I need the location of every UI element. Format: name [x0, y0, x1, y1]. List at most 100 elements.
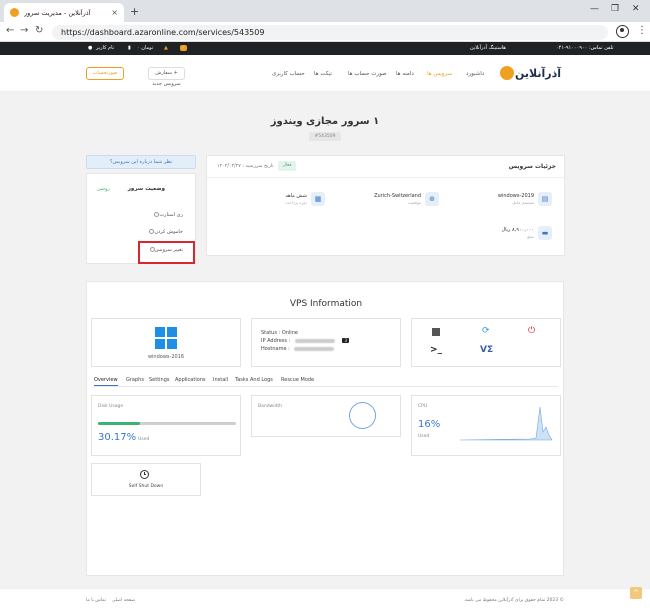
- tab-overview[interactable]: Overview: [94, 377, 118, 386]
- money-icon: ▬: [538, 226, 552, 240]
- controls-box: ⟳ ⏻ >_ VΣ: [411, 318, 561, 367]
- ip-label: IP Address :: [261, 338, 291, 344]
- window-close-icon[interactable]: ✕: [632, 4, 640, 14]
- service-id-badge: #543509: [309, 132, 341, 141]
- status-row: Status : Online: [261, 330, 298, 336]
- nav-dashboard[interactable]: داشبورد: [466, 71, 484, 77]
- calendar-icon: ▦: [311, 192, 325, 206]
- back-icon[interactable]: ←: [6, 25, 14, 36]
- nav-services[interactable]: سرویس ها: [427, 71, 452, 77]
- spec-label: سیستم عامل: [511, 200, 534, 205]
- cpu-box: CPU 16% Used: [411, 395, 561, 456]
- nav-invoices[interactable]: صورت حساب ها: [348, 71, 387, 77]
- tab-install[interactable]: Install: [213, 377, 228, 383]
- browser-tab[interactable]: آذرآنلاین - مدیریت سرور ×: [4, 3, 124, 22]
- phone-text[interactable]: تلفن تماس: ۹۱۰۰۰۹۰۰-۰۴۱: [556, 45, 614, 51]
- cpu-sparkline: [460, 406, 552, 441]
- disk-unit: Used: [138, 437, 150, 442]
- maximize-icon[interactable]: ❐: [611, 4, 619, 14]
- hostname-row: Hostname :: [261, 346, 335, 352]
- spec-value: windows-2019: [497, 193, 534, 199]
- stop-icon[interactable]: [432, 328, 440, 336]
- hosting-link[interactable]: هاستینگ آذرآنلاین: [470, 45, 506, 51]
- close-tab-icon[interactable]: ×: [111, 8, 118, 17]
- shutdown-label: خاموش کردن: [154, 229, 183, 235]
- ip-value-redacted: [294, 338, 335, 343]
- console-icon[interactable]: >_: [430, 346, 442, 355]
- forward-icon[interactable]: →: [20, 25, 28, 36]
- restart-button[interactable]: ری استارت: [151, 212, 183, 218]
- disk-value: 30.17%: [98, 432, 137, 443]
- user-menu[interactable]: نام کاربر: [96, 45, 114, 51]
- ip-count-badge[interactable]: 3: [342, 338, 349, 343]
- logo-text: آذرآنلاین: [515, 67, 562, 80]
- browser-menu-icon[interactable]: ⋮: [637, 25, 647, 36]
- shutdown-button[interactable]: خاموش کردن: [146, 229, 183, 235]
- profile-icon[interactable]: [616, 25, 629, 38]
- cpu-unit: Used: [418, 434, 430, 439]
- invoice-button[interactable]: صورتحساب: [86, 67, 124, 80]
- browser-tabbar: آذرآنلاین - مدیریت سرور × + — ❐ ✕: [0, 0, 650, 22]
- logo-mark-icon: [500, 66, 514, 80]
- bandwidth-box: Bandwidth: [251, 395, 401, 437]
- service-details-card: جزئیات سرویس فعال تاریخ سررسید : ۱۴۰۲/۰۳…: [206, 155, 566, 256]
- favicon-icon: [10, 8, 19, 17]
- self-shutdown-label: Self Shut Down: [128, 484, 164, 489]
- scroll-top-button[interactable]: ^: [630, 587, 642, 599]
- tab-applications[interactable]: Applications: [175, 377, 206, 383]
- nav-tickets[interactable]: تیکت ها: [314, 71, 332, 77]
- spec-billing: ▦ شش ماهه دوره پرداخت: [245, 192, 325, 208]
- footer-contact-link[interactable]: تماس با ما: [86, 598, 106, 603]
- spec-value: Zurich-Switzerland: [374, 193, 421, 199]
- hostname-value-redacted: [294, 346, 335, 351]
- new-tab-button[interactable]: +: [130, 5, 139, 18]
- spec-label: دوره پرداخت: [285, 200, 307, 205]
- cart-icon[interactable]: ▲: [164, 45, 168, 51]
- bandwidth-label: Bandwidth: [258, 404, 282, 409]
- spec-value: ۸,۹۰۰,۰۰۰ ریال: [501, 227, 534, 233]
- vps-tabs: Overview Graphs Settings Applications In…: [94, 377, 558, 387]
- status-title: وضعیت سرور: [127, 186, 165, 192]
- os-name: windows-2016: [147, 354, 185, 360]
- hostname-label: Hostname :: [261, 346, 290, 352]
- cpu-label: CPU: [418, 404, 428, 409]
- tab-tasks-logs[interactable]: Tasks And Logs: [235, 377, 273, 383]
- feedback-button[interactable]: نظر شما درباره این سرویس؟: [86, 155, 196, 169]
- tab-rescue-mode[interactable]: Rescue Mode: [281, 377, 314, 383]
- windows-logo-icon: [155, 327, 177, 349]
- vps-title: VPS Information: [289, 299, 363, 309]
- clock-icon: [140, 470, 149, 479]
- footer-home-link[interactable]: صفحه اصلی: [112, 598, 135, 603]
- ip-row: IP Address : 3: [261, 338, 349, 344]
- tab-settings[interactable]: Settings: [149, 377, 170, 383]
- site-logo[interactable]: آذرآنلاین: [500, 64, 561, 84]
- location-icon: ⊕: [425, 192, 439, 206]
- tab-graphs[interactable]: Graphs: [126, 377, 144, 383]
- status-value: Online: [281, 330, 298, 336]
- self-shutdown-box[interactable]: Self Shut Down: [91, 463, 201, 496]
- cart-count: ۰: [180, 45, 187, 51]
- wallet-icon: ▮: [128, 45, 131, 51]
- details-header: جزئیات سرویس فعال تاریخ سررسید : ۱۴۰۲/۰۳…: [207, 156, 566, 178]
- reload-icon[interactable]: ↻: [35, 25, 43, 36]
- balance-text: ۰ تومان: [137, 45, 154, 51]
- status-label: Status :: [261, 330, 281, 336]
- cpu-value: 16%: [418, 419, 441, 430]
- disk-value-row: 30.17% Used: [98, 432, 149, 443]
- spec-value: شش ماهه: [285, 193, 307, 199]
- browser-addressbar: ← → ↻ https://dashboard.azaronline.com/s…: [0, 22, 650, 42]
- minimize-icon[interactable]: —: [590, 4, 599, 14]
- server-info-box: Status : Online IP Address : 3 Hostname …: [251, 318, 401, 367]
- refresh-icon[interactable]: ⟳: [482, 327, 490, 336]
- spec-os: ▤ windows-2019 سیستم عامل: [472, 192, 552, 208]
- disk-usage-box: Disk Usage 30.17% Used: [91, 395, 241, 456]
- order-service-button[interactable]: + سفارش سرویس جدید: [148, 67, 185, 87]
- due-date: تاریخ سررسید : ۱۴۰۲/۰۳/۲۷: [217, 164, 274, 169]
- vnc-icon[interactable]: VΣ: [480, 346, 493, 355]
- disk-bar: [98, 422, 236, 425]
- user-icon: ●: [88, 45, 93, 51]
- url-field[interactable]: https://dashboard.azaronline.com/service…: [52, 25, 608, 40]
- nav-account[interactable]: حساب کاربری: [272, 71, 305, 77]
- power-button-icon[interactable]: ⏻: [528, 327, 535, 336]
- nav-domains[interactable]: دامنه ها: [396, 71, 414, 77]
